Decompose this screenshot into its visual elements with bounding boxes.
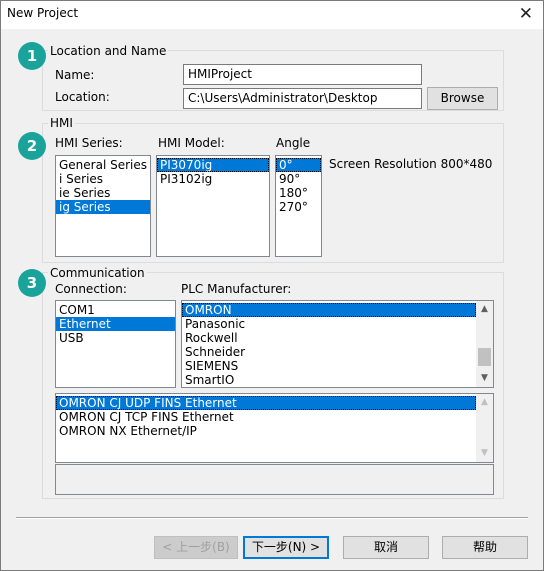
hmi-series-item[interactable]: General Series <box>56 158 150 172</box>
location-label: Location: <box>55 90 110 104</box>
angle-item-selected[interactable]: 0° <box>276 158 321 172</box>
plc-manufacturer-item[interactable]: Schneider <box>182 345 493 359</box>
window-title: New Project <box>7 6 79 20</box>
scroll-thumb[interactable] <box>478 348 491 366</box>
plc-manufacturer-item[interactable]: SmartIO <box>182 373 493 387</box>
connection-item-selected[interactable]: Ethernet <box>56 317 175 331</box>
driver-item-selected[interactable]: OMRON CJ UDP FINS Ethernet <box>56 396 476 410</box>
angle-item[interactable]: 270° <box>276 200 321 214</box>
angle-list[interactable]: 0° 90° 180° 270° <box>275 155 322 257</box>
step-2-badge: 2 <box>18 132 46 160</box>
hmi-series-item[interactable]: i Series <box>56 172 150 186</box>
connection-item[interactable]: USB <box>56 331 175 345</box>
hmi-group-label: HMI <box>48 116 75 130</box>
connection-label: Connection: <box>55 282 127 296</box>
name-label: Name: <box>55 68 95 82</box>
location-field[interactable]: C:\Users\Administrator\Desktop <box>183 88 422 109</box>
cancel-button[interactable]: 取消 <box>343 536 429 559</box>
driver-list[interactable]: OMRON CJ UDP FINS Ethernet OMRON CJ TCP … <box>55 393 494 463</box>
plc-manufacturer-list[interactable]: OMRON Panasonic Rockwell Schneider SIEME… <box>181 300 494 388</box>
angle-item[interactable]: 90° <box>276 172 321 186</box>
step-1-badge: 1 <box>18 42 46 70</box>
connection-list[interactable]: COM1 Ethernet USB <box>55 300 176 388</box>
driver-scrollbar[interactable]: ▲ ▼ <box>476 394 493 462</box>
driver-item[interactable]: OMRON CJ TCP FINS Ethernet <box>56 410 493 424</box>
new-project-dialog: New Project ✕ Location and Name 1 Name: … <box>0 0 544 571</box>
next-button[interactable]: 下一步(N) > <box>243 536 329 559</box>
title-bar: New Project ✕ <box>1 1 543 29</box>
scroll-down-icon[interactable]: ▼ <box>476 370 493 387</box>
scroll-up-icon[interactable]: ▲ <box>476 394 493 411</box>
parameter-box <box>55 464 494 495</box>
communication-group-label: Communication <box>48 266 147 280</box>
plc-manufacturer-item[interactable]: SIEMENS <box>182 359 493 373</box>
scroll-down-icon[interactable]: ▼ <box>476 445 493 462</box>
name-field[interactable]: HMIProject <box>183 64 422 85</box>
plc-manufacturer-item[interactable]: Panasonic <box>182 317 493 331</box>
hmi-model-list[interactable]: PI3070ig PI3102ig <box>156 155 270 257</box>
back-button[interactable]: < 上一步(B) <box>154 536 238 559</box>
plc-manufacturer-item[interactable]: Rockwell <box>182 331 493 345</box>
location-group-label: Location and Name <box>48 44 169 58</box>
step-3-badge: 3 <box>18 269 46 297</box>
button-separator <box>16 517 528 519</box>
hmi-series-list[interactable]: General Series i Series ie Series ig Ser… <box>55 155 151 257</box>
hmi-model-item-selected[interactable]: PI3070ig <box>157 158 269 172</box>
browse-button[interactable]: Browse <box>427 87 498 110</box>
driver-item[interactable]: OMRON NX Ethernet/IP <box>56 424 493 438</box>
help-button[interactable]: 帮助 <box>442 536 528 559</box>
hmi-model-item[interactable]: PI3102ig <box>157 172 269 186</box>
close-icon[interactable]: ✕ <box>519 4 533 24</box>
angle-item[interactable]: 180° <box>276 186 321 200</box>
hmi-series-item-selected[interactable]: ig Series <box>56 200 150 214</box>
hmi-series-item[interactable]: ie Series <box>56 186 150 200</box>
plc-manufacturer-item-selected[interactable]: OMRON <box>182 303 476 317</box>
screen-resolution-text: Screen Resolution 800*480 <box>329 157 493 171</box>
hmi-model-label: HMI Model: <box>158 136 225 150</box>
hmi-series-label: HMI Series: <box>55 136 123 150</box>
plc-manufacturer-scrollbar[interactable]: ▲ ▼ <box>476 301 493 387</box>
angle-label: Angle <box>276 136 311 150</box>
connection-item[interactable]: COM1 <box>56 303 175 317</box>
plc-manufacturer-label: PLC Manufacturer: <box>181 282 292 296</box>
scroll-up-icon[interactable]: ▲ <box>476 301 493 318</box>
